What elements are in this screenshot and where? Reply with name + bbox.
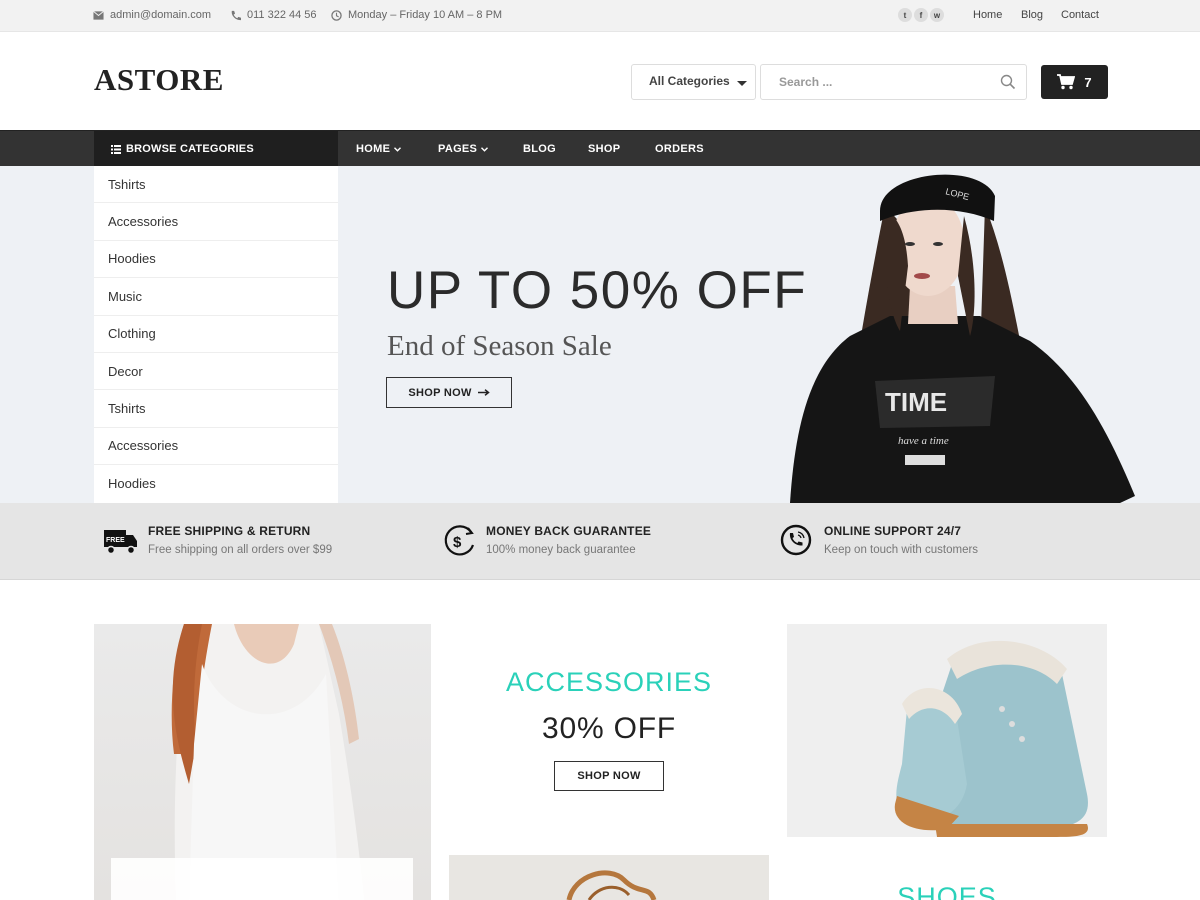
search-input[interactable] xyxy=(761,65,991,99)
features-strip: FREE FREE SHIPPING & RETURN Free shippin… xyxy=(0,503,1200,580)
category-item[interactable]: Accessories xyxy=(94,428,338,466)
promo-shoes-image[interactable] xyxy=(787,624,1107,837)
top-link-blog[interactable]: Blog xyxy=(1021,9,1043,21)
category-select-value: All Categories xyxy=(649,74,730,88)
hero-subtitle: End of Season Sale xyxy=(387,330,612,362)
category-item[interactable]: Tshirts xyxy=(94,166,338,204)
nav-home-label: HOME xyxy=(356,143,391,155)
facebook-icon[interactable]: f xyxy=(914,8,928,22)
promo-shop-now-label: SHOP NOW xyxy=(577,770,641,782)
category-list: Tshirts Accessories Hoodies Music Clothi… xyxy=(94,166,338,503)
boot-image xyxy=(894,640,1088,837)
phone-text: 011 322 44 56 xyxy=(247,9,317,21)
arrow-right-icon xyxy=(477,389,490,396)
phone-icon xyxy=(231,10,241,20)
nav-orders[interactable]: ORDERS xyxy=(655,131,704,167)
clock-icon xyxy=(331,9,342,21)
top-link-home[interactable]: Home xyxy=(973,9,1002,21)
promo-caption-panel xyxy=(111,858,413,900)
hero-shop-now-button[interactable]: SHOP NOW xyxy=(386,377,512,408)
cart-button[interactable]: 7 xyxy=(1041,65,1108,99)
cart-icon xyxy=(1057,74,1076,90)
bracelet-image xyxy=(566,870,657,900)
contact-email[interactable]: admin@domain.com xyxy=(93,9,211,21)
category-item[interactable]: Hoodies xyxy=(94,241,338,279)
nav-blog[interactable]: BLOG xyxy=(523,131,556,167)
top-bar: admin@domain.com 011 322 44 56 Monday – … xyxy=(0,0,1200,32)
feature-text: Keep on touch with customers xyxy=(824,544,979,556)
promo-shoes-title: SHOES xyxy=(897,882,997,900)
top-link-contact[interactable]: Contact xyxy=(1061,9,1099,21)
category-item[interactable]: Decor xyxy=(94,353,338,391)
nav-blog-label: BLOG xyxy=(523,143,556,155)
site-logo[interactable]: ASTORE xyxy=(94,62,224,98)
chevron-down-icon xyxy=(481,146,489,152)
promo-accessories-discount: 30% OFF xyxy=(542,712,676,745)
opening-hours: Monday – Friday 10 AM – 8 PM xyxy=(331,9,502,21)
hero-model-image: TIME have a time LOPE xyxy=(790,174,1135,503)
category-item[interactable]: Tshirts xyxy=(94,390,338,428)
hours-text: Monday – Friday 10 AM – 8 PM xyxy=(348,9,503,21)
main-nav: BROWSE CATEGORIES HOME PAGES BLOG SHOP O… xyxy=(0,130,1200,167)
hero-title: UP TO 50% OFF xyxy=(387,261,808,320)
svg-text:have a time: have a time xyxy=(898,435,949,447)
email-text: admin@domain.com xyxy=(110,9,212,21)
nav-home[interactable]: HOME xyxy=(356,131,402,167)
feature-title: FREE SHIPPING & RETURN xyxy=(148,524,311,538)
nav-pages-label: PAGES xyxy=(438,143,478,155)
feature-title: ONLINE SUPPORT 24/7 xyxy=(824,524,962,538)
nav-pages[interactable]: PAGES xyxy=(438,131,489,167)
chevron-down-icon xyxy=(394,146,402,152)
svg-text:TIME: TIME xyxy=(885,387,947,417)
support-phone-icon xyxy=(780,524,812,556)
search-icon[interactable] xyxy=(1000,74,1016,90)
category-item[interactable]: Hoodies xyxy=(94,465,338,502)
nav-shop-label: SHOP xyxy=(588,143,621,155)
hero-shop-now-label: SHOP NOW xyxy=(408,386,472,399)
truck-icon: FREE xyxy=(104,530,137,555)
promo-accessories-title: ACCESSORIES xyxy=(505,667,713,697)
feature-text: 100% money back guarantee xyxy=(486,544,636,556)
twitter-icon[interactable]: t xyxy=(898,8,912,22)
category-item[interactable]: Accessories xyxy=(94,203,338,241)
weibo-icon[interactable]: w xyxy=(930,8,944,22)
cart-count: 7 xyxy=(1084,74,1092,90)
svg-text:$: $ xyxy=(453,534,462,551)
search-box xyxy=(760,64,1027,100)
browse-categories-label: BROWSE CATEGORIES xyxy=(126,143,254,155)
promo-shop-now-button[interactable]: SHOP NOW xyxy=(554,761,664,791)
promo-accessories-image[interactable] xyxy=(449,855,769,900)
nav-orders-label: ORDERS xyxy=(655,143,704,155)
category-item[interactable]: Clothing xyxy=(94,316,338,353)
truck-badge-text: FREE xyxy=(106,537,125,544)
envelope-icon xyxy=(93,10,104,20)
money-back-icon: $ xyxy=(444,525,475,556)
list-icon xyxy=(111,144,121,154)
social-links: t f w xyxy=(898,8,944,22)
browse-categories-button[interactable]: BROWSE CATEGORIES xyxy=(94,131,338,167)
nav-shop[interactable]: SHOP xyxy=(588,131,620,167)
category-item[interactable]: Music xyxy=(94,278,338,316)
feature-title: MONEY BACK GUARANTEE xyxy=(486,524,652,538)
caret-down-icon xyxy=(737,81,747,86)
contact-phone[interactable]: 011 322 44 56 xyxy=(230,9,317,21)
category-select[interactable]: All Categories xyxy=(631,64,756,100)
feature-text: Free shipping on all orders over $99 xyxy=(148,544,333,556)
promo-clothing-image[interactable] xyxy=(94,624,431,900)
